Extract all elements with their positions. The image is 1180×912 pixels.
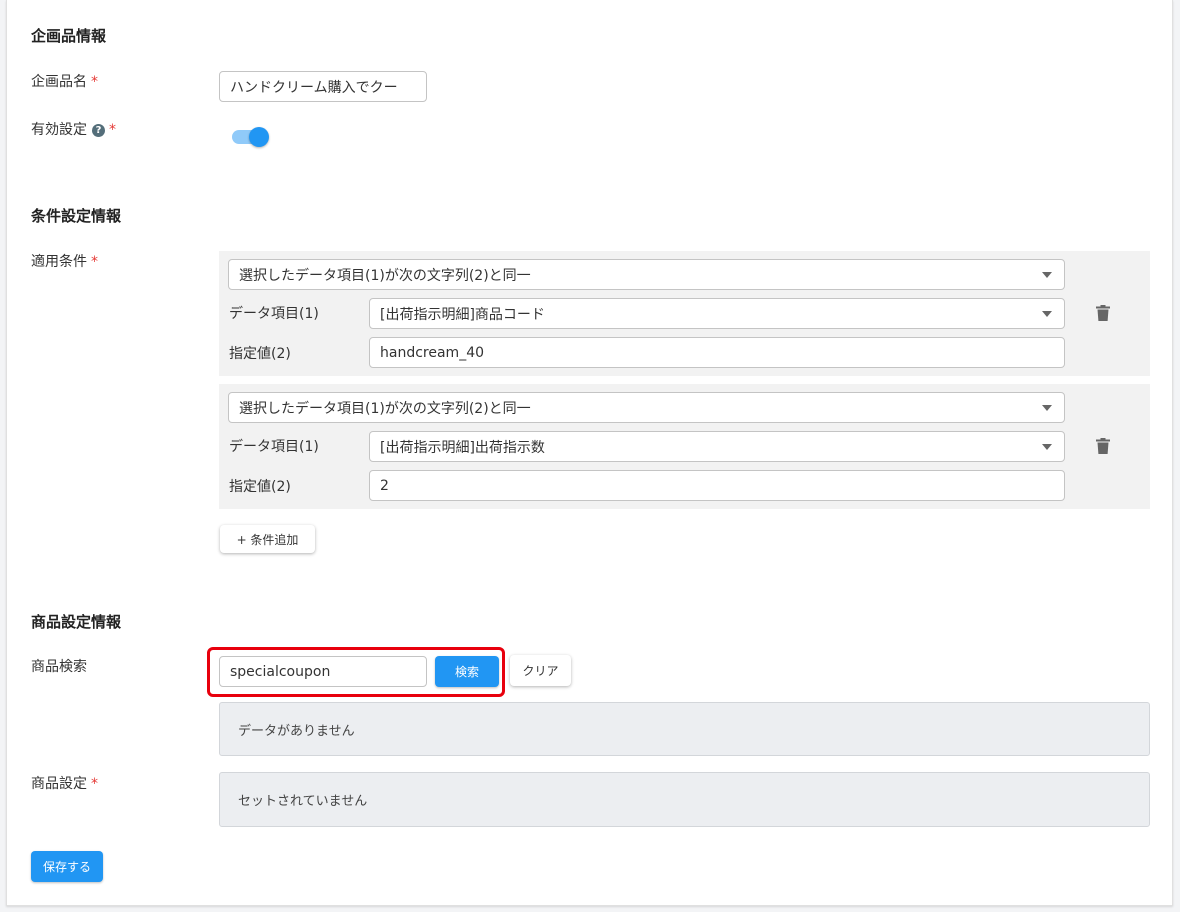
condition-operator-value: 選択したデータ項目(1)が次の文字列(2)と同一: [239, 267, 531, 284]
form-card: 企画品情報 企画品名 * ハンドクリーム購入でクー 有効設定? * 条件設定情報 適…: [6, 0, 1173, 906]
apply-condition-label-text: 適用条件: [31, 254, 87, 270]
condition-field-value: [出荷指示明細]出荷指示数: [380, 439, 545, 456]
product-setting-label: 商品設定 *: [31, 773, 98, 793]
condition-field-select[interactable]: [出荷指示明細]出荷指示数: [369, 431, 1065, 462]
field-label: データ項目(1): [229, 306, 319, 322]
required-mark: *: [91, 776, 98, 792]
required-mark: *: [91, 74, 98, 90]
apply-condition-label: 適用条件 *: [31, 251, 98, 271]
enabled-label: 有効設定? *: [31, 119, 116, 139]
plan-name-label-text: 企画品名: [31, 74, 87, 90]
plan-name-label: 企画品名 *: [31, 71, 98, 91]
condition-field-value: [出荷指示明細]商品コード: [380, 306, 545, 323]
search-results-panel: データがありません: [219, 702, 1150, 756]
condition-value-input[interactable]: 2: [369, 470, 1065, 501]
delete-condition-button[interactable]: [1096, 438, 1110, 458]
save-button[interactable]: 保存する: [31, 851, 103, 882]
value-label: 指定値(2): [229, 479, 291, 495]
condition-value-input[interactable]: handcream_40: [369, 337, 1065, 368]
enabled-toggle[interactable]: [232, 127, 269, 147]
condition-operator-select[interactable]: 選択したデータ項目(1)が次の文字列(2)と同一: [228, 259, 1065, 290]
field-label: データ項目(1): [229, 439, 319, 455]
chevron-down-icon: [1042, 310, 1052, 317]
condition-operator-select[interactable]: 選択したデータ項目(1)が次の文字列(2)と同一: [228, 392, 1065, 423]
chevron-down-icon: [1042, 404, 1052, 411]
product-setting-panel: セットされていません: [219, 772, 1150, 827]
section-title-plan-info: 企画品情報: [31, 27, 107, 45]
trash-icon: [1096, 305, 1110, 321]
section-title-product-info: 商品設定情報: [31, 613, 122, 631]
condition-block-1: 選択したデータ項目(1)が次の文字列(2)と同一 データ項目(1) [出荷指示明…: [219, 251, 1150, 376]
no-data-text: データがありません: [238, 723, 355, 739]
clear-button[interactable]: クリア: [510, 655, 571, 686]
trash-icon: [1096, 438, 1110, 454]
section-title-condition-info: 条件設定情報: [31, 207, 122, 225]
product-setting-label-text: 商品設定: [31, 776, 87, 792]
required-mark: *: [91, 254, 98, 270]
toggle-thumb: [249, 127, 269, 147]
not-set-text: セットされていません: [238, 794, 368, 809]
condition-block-2: 選択したデータ項目(1)が次の文字列(2)と同一 データ項目(1) [出荷指示明…: [219, 384, 1150, 509]
add-condition-button[interactable]: + 条件追加: [220, 525, 315, 553]
value-label: 指定値(2): [229, 346, 291, 362]
product-search-label: 商品検索: [31, 659, 87, 675]
search-button[interactable]: 検索: [435, 656, 499, 687]
condition-operator-value: 選択したデータ項目(1)が次の文字列(2)と同一: [239, 400, 531, 417]
required-mark: *: [109, 122, 116, 138]
chevron-down-icon: [1042, 443, 1052, 450]
product-search-input[interactable]: specialcoupon: [219, 656, 427, 687]
delete-condition-button[interactable]: [1096, 305, 1110, 325]
chevron-down-icon: [1042, 271, 1052, 278]
enabled-label-text: 有効設定: [31, 122, 87, 138]
plan-name-input[interactable]: ハンドクリーム購入でクー: [219, 71, 427, 102]
condition-field-select[interactable]: [出荷指示明細]商品コード: [369, 298, 1065, 329]
help-icon[interactable]: ?: [92, 123, 105, 137]
